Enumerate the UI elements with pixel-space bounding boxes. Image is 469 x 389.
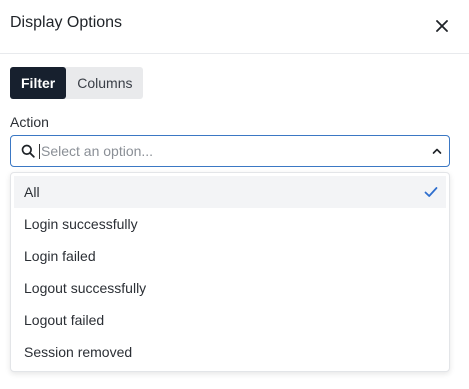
action-search-input[interactable] — [41, 141, 421, 161]
search-icon — [21, 144, 35, 158]
option-all[interactable]: All — [14, 176, 446, 208]
action-select[interactable] — [10, 135, 450, 167]
dialog-title: Display Options — [10, 14, 123, 31]
option-label: All — [24, 184, 40, 200]
tab-columns[interactable]: Columns — [66, 67, 143, 99]
option-login-successfully[interactable]: Login successfully — [14, 208, 446, 240]
option-logout-failed[interactable]: Logout failed — [14, 304, 446, 336]
action-field-label: Action — [10, 114, 49, 130]
option-logout-successfully[interactable]: Logout successfully — [14, 272, 446, 304]
chevron-up-icon[interactable] — [431, 145, 443, 157]
option-label: Login successfully — [24, 216, 138, 232]
option-label: Logout successfully — [24, 280, 147, 296]
tab-filter[interactable]: Filter — [10, 67, 67, 99]
option-label: Session removed — [24, 344, 133, 360]
tab-bar: Filter Columns — [10, 67, 144, 99]
option-label: Logout failed — [24, 312, 105, 328]
check-icon — [424, 187, 438, 197]
action-options-list: All Login successfully Login failed Logo… — [10, 172, 450, 372]
dialog-header: Display Options — [0, 0, 469, 54]
option-session-removed[interactable]: Session removed — [14, 336, 446, 368]
text-cursor — [39, 144, 40, 159]
option-label: Login failed — [24, 248, 96, 264]
option-login-failed[interactable]: Login failed — [14, 240, 446, 272]
close-icon — [436, 20, 448, 32]
close-button[interactable] — [430, 14, 454, 38]
